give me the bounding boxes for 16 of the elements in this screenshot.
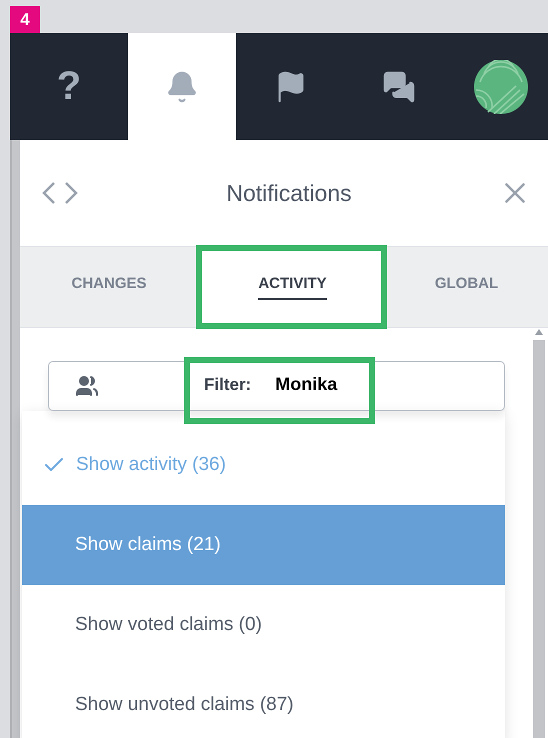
tab[interactable]: GLOBAL — [385, 247, 548, 327]
chat-icon — [382, 70, 416, 104]
help-icon: ? — [56, 64, 82, 109]
avatar-icon — [474, 60, 528, 114]
code-icon[interactable] — [40, 180, 80, 206]
help-button[interactable]: ? — [10, 33, 128, 140]
step-badge: 4 — [10, 6, 40, 33]
filter-label: Filter: — [204, 374, 252, 394]
menu-item[interactable]: Show voted claims (0) — [22, 585, 505, 665]
panel-title: Notifications — [226, 180, 352, 206]
scrollbar-thumb[interactable] — [533, 340, 545, 738]
tab[interactable]: CHANGES — [20, 247, 198, 327]
users-icon — [75, 374, 99, 398]
bell-icon — [165, 70, 199, 104]
tab[interactable]: ACTIVITY — [198, 247, 385, 327]
menu-item[interactable]: Show unvoted claims (87) — [22, 665, 505, 738]
